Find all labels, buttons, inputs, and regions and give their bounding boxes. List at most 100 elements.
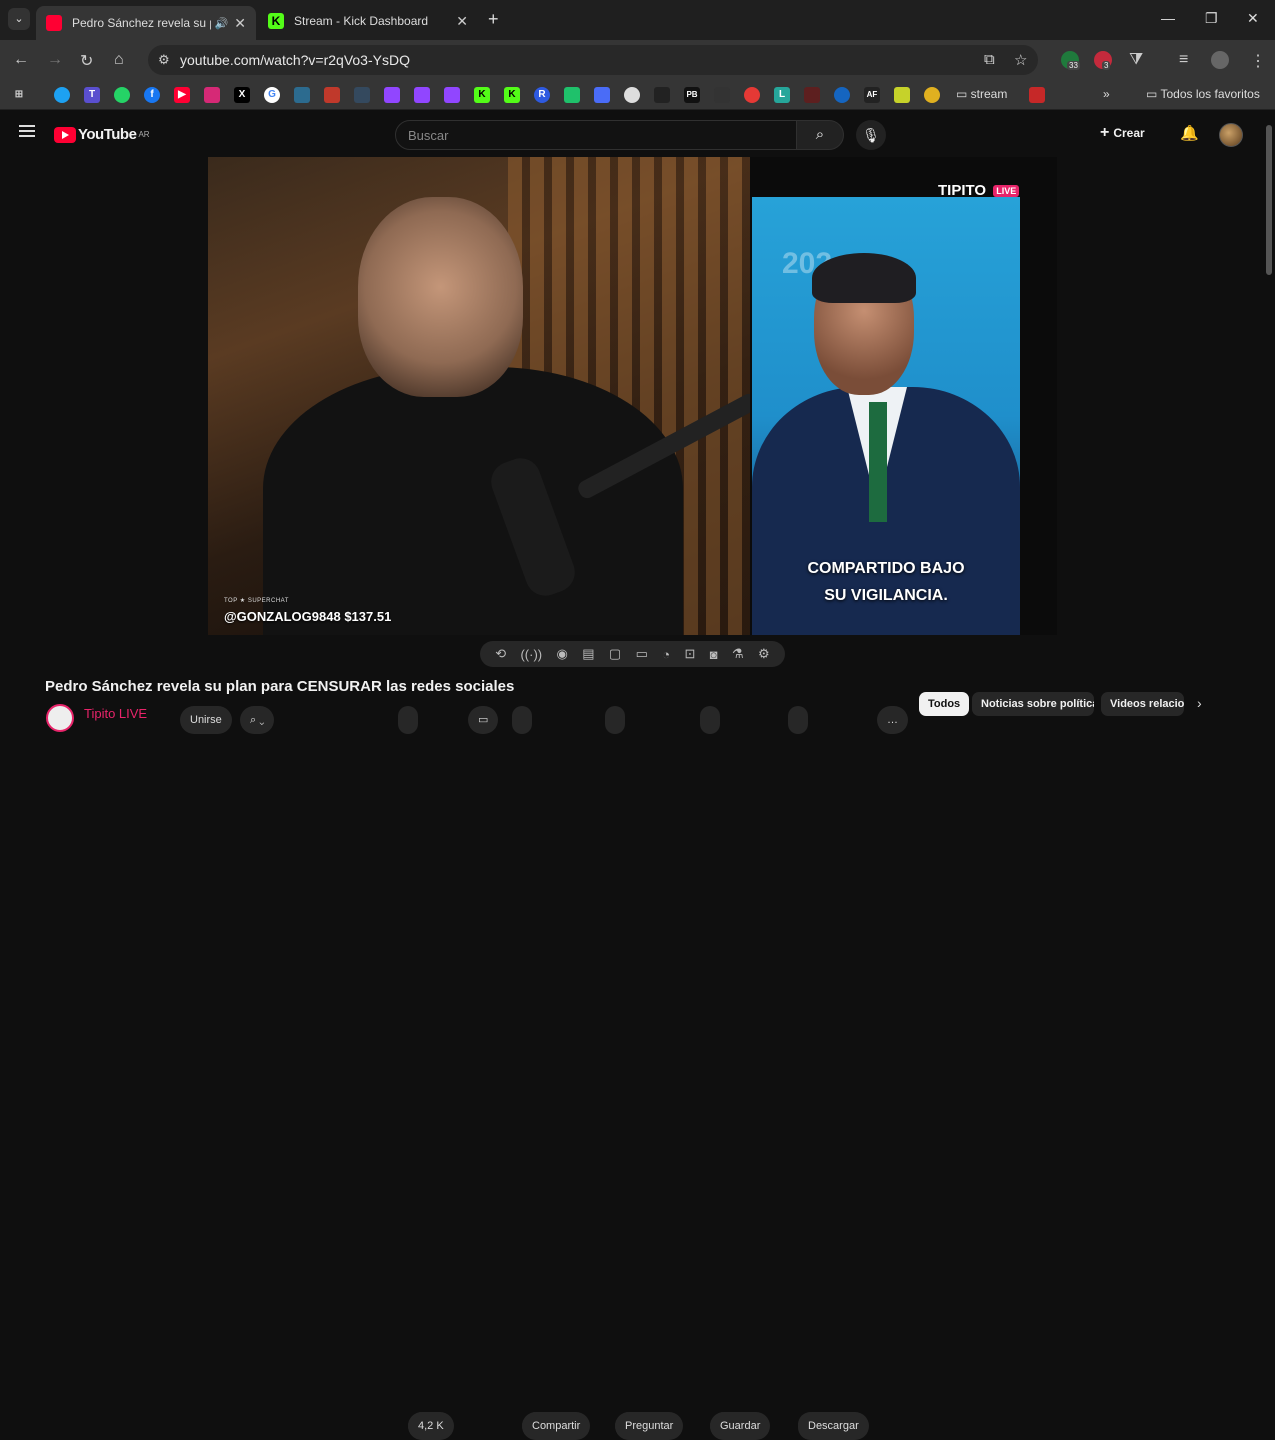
broadcast-icon[interactable]: ((·)) bbox=[520, 647, 542, 662]
loop-icon[interactable]: ⟲ bbox=[495, 646, 506, 662]
search-input[interactable] bbox=[396, 121, 796, 149]
extension-badge: 3 bbox=[1102, 61, 1111, 70]
share-button[interactable]: ↗ Compartir bbox=[512, 706, 591, 1440]
settings-gear-icon[interactable]: ⚙ bbox=[758, 646, 770, 662]
bookmark-icon[interactable] bbox=[324, 87, 340, 103]
bookmark-icon[interactable] bbox=[654, 87, 670, 103]
bookmark-star-icon[interactable]: ☆ bbox=[1014, 51, 1027, 69]
join-button[interactable]: Unirse bbox=[180, 706, 232, 734]
bookmark-folder-stream[interactable]: ▭ stream bbox=[956, 87, 1007, 101]
bookmark-icon[interactable] bbox=[924, 87, 940, 103]
create-button[interactable]: + Crear bbox=[1100, 124, 1145, 142]
bookmark-icon[interactable]: T bbox=[84, 87, 100, 103]
youtube-logo[interactable]: YouTube AR bbox=[54, 126, 150, 143]
bookmark-icon[interactable] bbox=[564, 87, 580, 103]
menu-kebab-icon[interactable]: ⋮ bbox=[1250, 51, 1266, 71]
search-button[interactable]: ⌕ bbox=[796, 120, 844, 150]
notifications-bell-icon[interactable]: 🔔 bbox=[1180, 124, 1199, 142]
minimize-icon[interactable]: — bbox=[1161, 10, 1175, 26]
bookmark-icon[interactable] bbox=[894, 87, 910, 103]
chip-related-videos[interactable]: Videos relacionados bbox=[1101, 692, 1184, 716]
url-text[interactable]: youtube.com/watch?v=r2qVo3-YsDQ bbox=[180, 52, 410, 68]
bookmark-icon[interactable] bbox=[354, 87, 370, 103]
extension-icon[interactable]: 33 bbox=[1061, 51, 1080, 70]
bookmark-icon[interactable] bbox=[624, 87, 640, 103]
chip-politics-news[interactable]: Noticias sobre política bbox=[972, 692, 1094, 716]
bookmark-icon[interactable] bbox=[1029, 87, 1045, 103]
voice-search-button[interactable]: 🎙 bbox=[856, 120, 886, 150]
tab-search-dropdown-icon[interactable]: ⌄ bbox=[8, 8, 30, 30]
twitch-icon[interactable] bbox=[444, 87, 460, 103]
forward-icon[interactable]: → bbox=[47, 51, 63, 69]
bookmark-icon[interactable]: L bbox=[774, 87, 790, 103]
google-icon[interactable]: G bbox=[264, 87, 280, 103]
more-actions-button[interactable]: … bbox=[877, 706, 908, 734]
save-button[interactable]: ▭ Guardar bbox=[700, 706, 771, 1440]
bookmark-icon[interactable] bbox=[54, 87, 70, 103]
profile-avatar[interactable] bbox=[1211, 51, 1229, 69]
all-bookmarks-folder[interactable]: ▭ Todos los favoritos bbox=[1146, 87, 1260, 101]
picture-in-picture-icon[interactable]: ⊡ bbox=[684, 646, 695, 662]
cinema-icon[interactable]: ▤ bbox=[582, 646, 594, 662]
restore-icon[interactable]: ❐ bbox=[1205, 10, 1218, 27]
hamburger-menu-icon[interactable] bbox=[19, 125, 35, 140]
search-in-video-button[interactable]: ⌕ ⌄ bbox=[240, 706, 275, 734]
clip-button[interactable]: ▭ bbox=[468, 706, 499, 734]
whatsapp-icon[interactable] bbox=[114, 87, 130, 103]
account-avatar[interactable] bbox=[1219, 123, 1243, 147]
kick-icon[interactable]: K bbox=[504, 87, 520, 103]
extensions-puzzle-icon[interactable]: ⧩ bbox=[1129, 51, 1143, 69]
chip-all[interactable]: Todos bbox=[919, 692, 970, 716]
more-bookmarks-icon[interactable]: » bbox=[1103, 87, 1110, 101]
home-icon[interactable]: ⌂ bbox=[114, 51, 124, 69]
browser-toolbar: ← → ↻ ⌂ ⚙ youtube.com/watch?v=r2qVo3-YsD… bbox=[0, 40, 1275, 80]
media-control-icon[interactable]: ≡ bbox=[1179, 51, 1188, 69]
bookmark-icon[interactable] bbox=[834, 87, 850, 103]
page-scrollbar[interactable] bbox=[1266, 125, 1272, 275]
tab-youtube[interactable]: Pedro Sánchez revela su plan para CENSUR… bbox=[36, 6, 256, 40]
new-tab-button[interactable]: + bbox=[488, 9, 499, 30]
twitch-icon[interactable] bbox=[384, 87, 400, 103]
site-info-icon[interactable]: ⚙ bbox=[158, 52, 170, 68]
x-icon[interactable]: X bbox=[234, 87, 250, 103]
speaker-icon[interactable]: 🔊 bbox=[215, 17, 229, 30]
download-button[interactable]: ⤓ Descargar bbox=[788, 706, 869, 1440]
kick-icon[interactable]: K bbox=[474, 87, 490, 103]
bookmark-icon[interactable] bbox=[714, 87, 730, 103]
youtube-bookmark-icon[interactable]: ▶ bbox=[174, 87, 190, 103]
bookmark-icon[interactable]: AF bbox=[864, 87, 880, 103]
address-bar[interactable]: ⚙ youtube.com/watch?v=r2qVo3-YsDQ ⧉ ☆ bbox=[148, 45, 1038, 75]
instagram-icon[interactable] bbox=[204, 87, 220, 103]
like-button[interactable]: 👍 4,2 K bbox=[398, 706, 454, 1440]
close-icon[interactable]: ✕ bbox=[234, 15, 246, 32]
reload-icon[interactable]: ↻ bbox=[80, 51, 93, 71]
apps-grid-icon[interactable]: ⊞ bbox=[11, 87, 27, 103]
video-player[interactable]: TOP ★ SUPERCHAT @GONZALOG9848 $137.51 20… bbox=[208, 157, 1057, 635]
facebook-icon[interactable]: f bbox=[144, 87, 160, 103]
chevron-right-icon[interactable]: › bbox=[1197, 695, 1202, 711]
channel-name[interactable]: Tipito LIVE bbox=[84, 706, 147, 721]
back-icon[interactable]: ← bbox=[13, 51, 29, 69]
ask-button[interactable]: ✦ Preguntar bbox=[605, 706, 684, 1440]
screenshot-icon[interactable]: ◙ bbox=[710, 647, 718, 662]
country-code: AR bbox=[138, 130, 150, 139]
theater-icon[interactable]: ▭ bbox=[636, 646, 648, 662]
bookmark-icon[interactable]: PB bbox=[684, 87, 700, 103]
extension-icon[interactable]: 3 bbox=[1094, 51, 1112, 70]
flask-icon[interactable]: ⚗ bbox=[732, 646, 744, 662]
channel-avatar[interactable] bbox=[46, 704, 74, 732]
tab-kick[interactable]: K Stream - Kick Dashboard ✕ bbox=[258, 6, 478, 36]
bookmark-icon[interactable]: R bbox=[534, 87, 550, 103]
view-icon[interactable]: ◉ bbox=[557, 646, 568, 662]
bookmark-icon[interactable] bbox=[744, 87, 760, 103]
twitch-icon[interactable] bbox=[414, 87, 430, 103]
resize-icon[interactable]: ▢ bbox=[609, 646, 621, 662]
speed-icon[interactable]: ◔ bbox=[662, 647, 670, 662]
window-close-icon[interactable]: ✕ bbox=[1247, 10, 1259, 27]
speaker-tie bbox=[869, 402, 887, 522]
close-icon[interactable]: ✕ bbox=[456, 13, 468, 30]
bookmark-icon[interactable] bbox=[294, 87, 310, 103]
bookmark-icon[interactable] bbox=[804, 87, 820, 103]
bookmark-icon[interactable] bbox=[594, 87, 610, 103]
install-app-icon[interactable]: ⧉ bbox=[984, 51, 995, 68]
